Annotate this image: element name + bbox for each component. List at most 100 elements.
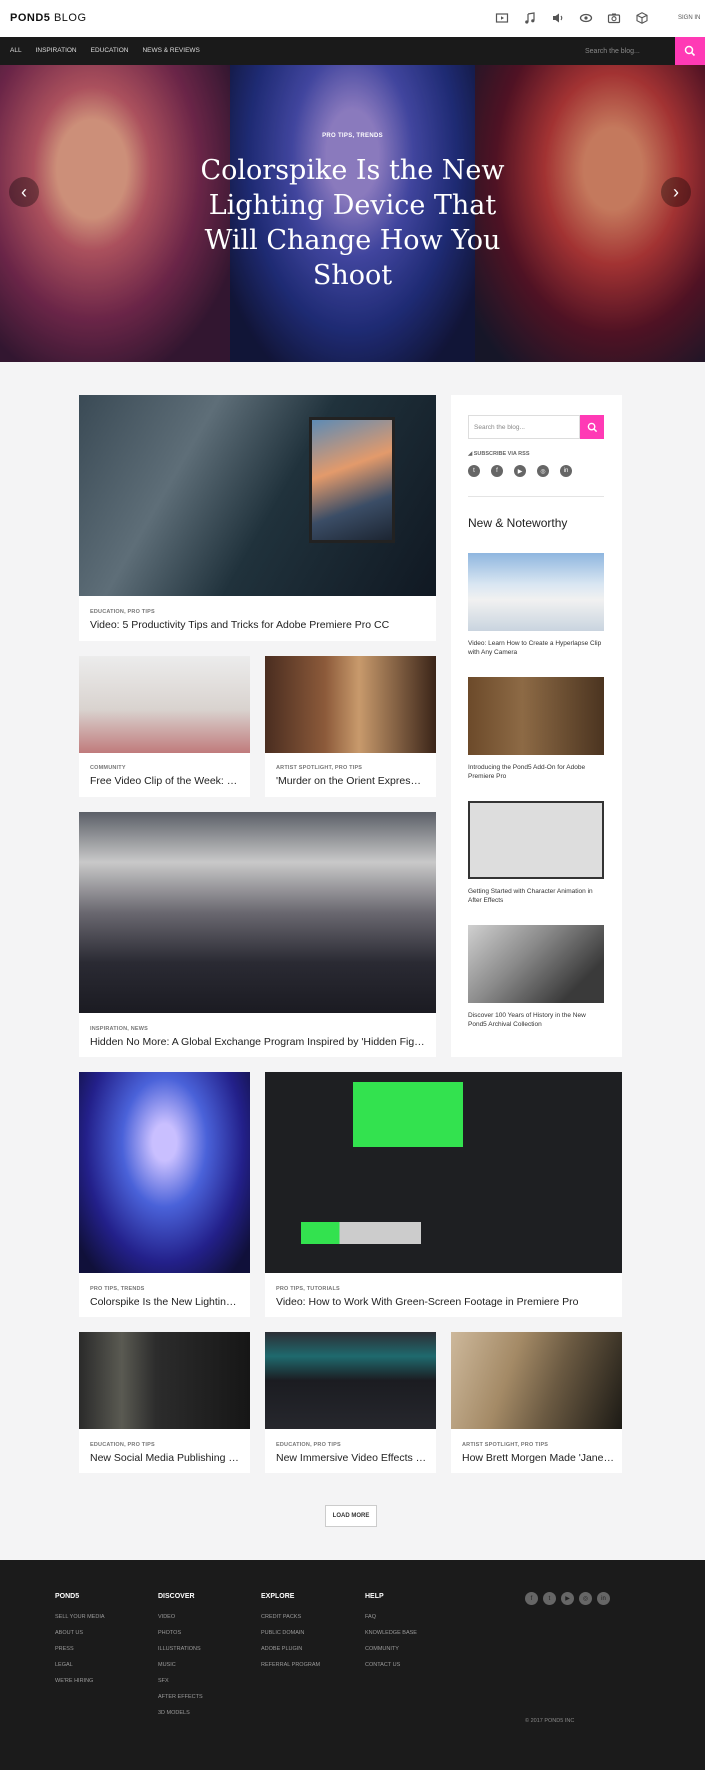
linkedin-icon[interactable]: in [597, 1592, 610, 1605]
photo-icon[interactable] [607, 11, 621, 25]
post-card[interactable]: PRO TIPS, TRENDS Colorspike Is the New L… [79, 1072, 250, 1317]
nav-search-input[interactable]: Search the blog... [585, 48, 640, 55]
footer-link[interactable]: 3D MODELS [158, 1710, 203, 1726]
sidebar-search-button[interactable] [580, 415, 604, 439]
footer-link[interactable]: CONTACT US [365, 1662, 417, 1678]
post-title[interactable]: Video: 5 Productivity Tips and Tricks fo… [90, 619, 428, 631]
hero-slider[interactable]: PRO TIPS, TRENDS Colorspike Is the New L… [0, 65, 705, 362]
nav-search-button[interactable] [675, 37, 705, 65]
post-image[interactable] [265, 1072, 622, 1273]
footer-link[interactable]: PUBLIC DOMAIN [261, 1630, 320, 1646]
post-title[interactable]: Hidden No More: A Global Exchange Progra… [90, 1036, 428, 1048]
footer-link[interactable]: VIDEO [158, 1614, 203, 1630]
post-image[interactable] [79, 1332, 250, 1429]
rss-link[interactable]: ◢ SUBSCRIBE VIA RSS [468, 451, 530, 457]
post-tags[interactable]: ARTIST SPOTLIGHT, PRO TIPS [462, 1442, 548, 1448]
post-tags[interactable]: EDUCATION, PRO TIPS [276, 1442, 341, 1448]
footer-link[interactable]: COMMUNITY [365, 1646, 417, 1662]
post-title[interactable]: New Immersive Video Effects … [276, 1452, 428, 1464]
footer-link[interactable]: KNOWLEDGE BASE [365, 1630, 417, 1646]
post-tags[interactable]: EDUCATION, PRO TIPS [90, 1442, 155, 1448]
footer-link[interactable]: ILLUSTRATIONS [158, 1646, 203, 1662]
music-icon[interactable] [523, 11, 537, 25]
post-tags[interactable]: PRO TIPS, TRENDS [90, 1286, 145, 1292]
post-card[interactable]: EDUCATION, PRO TIPS Video: 5 Productivit… [79, 395, 436, 641]
post-image[interactable] [79, 812, 436, 1013]
youtube-icon[interactable]: ▶ [561, 1592, 574, 1605]
noteworthy-image[interactable] [468, 553, 604, 631]
noteworthy-image[interactable] [468, 677, 604, 755]
noteworthy-image[interactable] [468, 801, 604, 879]
sidebar-search-input[interactable]: Search the blog... [468, 415, 580, 439]
hero-tags[interactable]: PRO TIPS, TRENDS [0, 133, 705, 139]
3d-icon[interactable] [635, 11, 649, 25]
footer-link[interactable]: PHOTOS [158, 1630, 203, 1646]
instagram-icon[interactable]: ◎ [537, 465, 549, 477]
post-image[interactable] [451, 1332, 622, 1429]
footer-link[interactable]: CREDIT PACKS [261, 1614, 320, 1630]
copyright: © 2017 POND5 INC [525, 1718, 575, 1724]
post-title[interactable]: How Brett Morgen Made 'Jane… [462, 1452, 614, 1464]
footer-link[interactable]: PRESS [55, 1646, 105, 1662]
post-title[interactable]: 'Murder on the Orient Expres… [276, 775, 428, 787]
post-tags[interactable]: COMMUNITY [90, 765, 126, 771]
twitter-icon[interactable]: t [543, 1592, 556, 1605]
footer-link[interactable]: SELL YOUR MEDIA [55, 1614, 105, 1630]
post-card[interactable]: EDUCATION, PRO TIPS New Immersive Video … [265, 1332, 436, 1473]
post-image[interactable] [265, 1332, 436, 1429]
load-more-button[interactable]: LOAD MORE [325, 1505, 377, 1527]
footer-link[interactable]: ADOBE PLUGIN [261, 1646, 320, 1662]
after-effects-icon[interactable] [579, 11, 593, 25]
post-image[interactable] [79, 395, 436, 596]
post-image[interactable] [79, 656, 250, 753]
footer-link[interactable]: FAQ [365, 1614, 417, 1630]
post-title[interactable]: New Social Media Publishing … [90, 1452, 242, 1464]
video-icon[interactable] [495, 11, 509, 25]
nav-link-news-reviews[interactable]: NEWS & REVIEWS [142, 47, 199, 54]
post-card[interactable]: ARTIST SPOTLIGHT, PRO TIPS 'Murder on th… [265, 656, 436, 797]
noteworthy-image[interactable] [468, 925, 604, 1003]
facebook-icon[interactable]: f [525, 1592, 538, 1605]
post-title[interactable]: Video: How to Work With Green-Screen Foo… [276, 1296, 614, 1308]
footer-link[interactable]: MUSIC [158, 1662, 203, 1678]
linkedin-icon[interactable]: in [560, 465, 572, 477]
post-card[interactable]: PRO TIPS, TUTORIALS Video: How to Work W… [265, 1072, 622, 1317]
post-tags[interactable]: INSPIRATION, NEWS [90, 1026, 148, 1032]
youtube-icon[interactable]: ▶ [514, 465, 526, 477]
post-title[interactable]: Colorspike Is the New Lightin… [90, 1296, 242, 1308]
post-card[interactable]: EDUCATION, PRO TIPS New Social Media Pub… [79, 1332, 250, 1473]
footer-link[interactable]: REFERRAL PROGRAM [261, 1662, 320, 1678]
noteworthy-title[interactable]: Discover 100 Years of History in the New… [468, 1011, 604, 1029]
hero-next-button[interactable]: › [661, 177, 691, 207]
noteworthy-title[interactable]: Video: Learn How to Create a Hyperlapse … [468, 639, 604, 657]
hero-title[interactable]: Colorspike Is the New Lighting Device Th… [180, 153, 525, 293]
post-image[interactable] [79, 1072, 250, 1273]
footer-link[interactable]: LEGAL [55, 1662, 105, 1678]
footer-link[interactable]: WE'RE HIRING [55, 1678, 105, 1694]
post-card[interactable]: INSPIRATION, NEWS Hidden No More: A Glob… [79, 812, 436, 1057]
noteworthy-title[interactable]: Getting Started with Character Animation… [468, 887, 604, 905]
post-title[interactable]: Free Video Clip of the Week: … [90, 775, 242, 787]
sidebar-heading: New & Noteworthy [468, 516, 568, 530]
instagram-icon[interactable]: ◎ [579, 1592, 592, 1605]
footer-link[interactable]: ABOUT US [55, 1630, 105, 1646]
footer-link[interactable]: SFX [158, 1678, 203, 1694]
nav-link-education[interactable]: EDUCATION [91, 47, 129, 54]
footer-link[interactable]: AFTER EFFECTS [158, 1694, 203, 1710]
post-card[interactable]: COMMUNITY Free Video Clip of the Week: … [79, 656, 250, 797]
post-tags[interactable]: PRO TIPS, TUTORIALS [276, 1286, 340, 1292]
post-image[interactable] [265, 656, 436, 753]
sign-in-link[interactable]: SIGN IN [678, 15, 700, 21]
post-tags[interactable]: ARTIST SPOTLIGHT, PRO TIPS [276, 765, 362, 771]
post-tags[interactable]: EDUCATION, PRO TIPS [90, 609, 155, 615]
nav-link-all[interactable]: ALL [10, 47, 22, 54]
post-card[interactable]: ARTIST SPOTLIGHT, PRO TIPS How Brett Mor… [451, 1332, 622, 1473]
footer-column-discover: DISCOVER VIDEO PHOTOS ILLUSTRATIONS MUSI… [158, 1593, 203, 1726]
logo[interactable]: POND5 BLOG [10, 12, 87, 24]
hero-prev-button[interactable]: ‹ [9, 177, 39, 207]
noteworthy-title[interactable]: Introducing the Pond5 Add-On for Adobe P… [468, 763, 604, 781]
sound-icon[interactable] [551, 11, 565, 25]
twitter-icon[interactable]: t [468, 465, 480, 477]
nav-link-inspiration[interactable]: INSPIRATION [36, 47, 77, 54]
facebook-icon[interactable]: f [491, 465, 503, 477]
